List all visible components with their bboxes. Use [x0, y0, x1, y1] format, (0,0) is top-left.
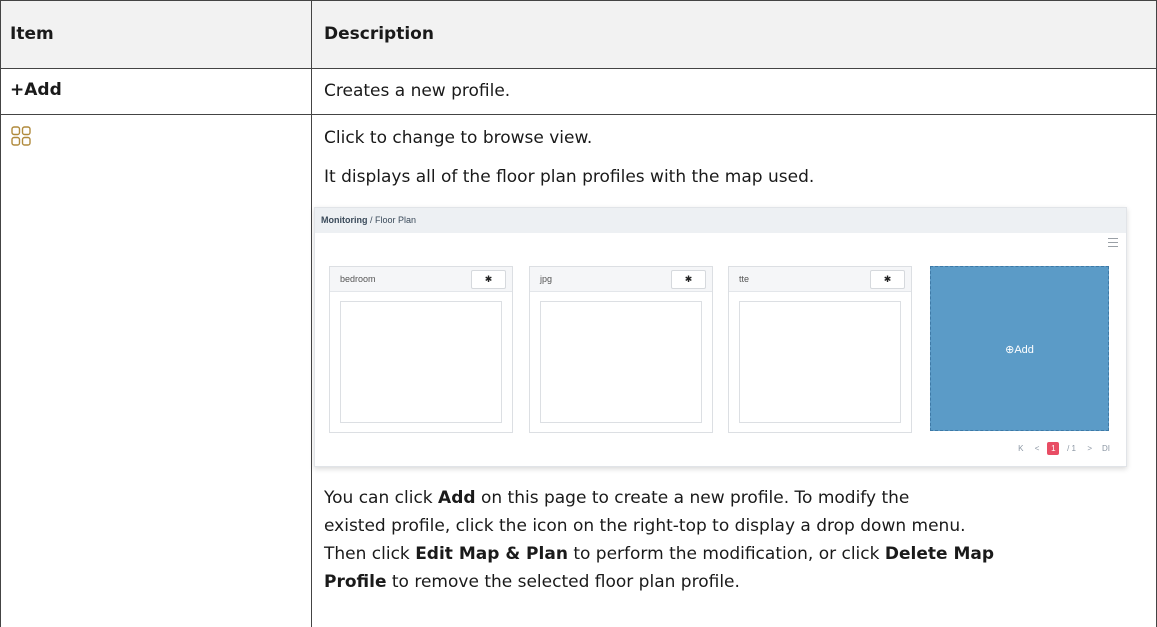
first-page-icon: K — [1018, 444, 1024, 453]
card-map-preview — [340, 301, 502, 423]
table-border-row1 — [0, 114, 1157, 115]
header-description: Description — [324, 24, 434, 44]
card-title: tte — [739, 274, 750, 284]
add-tile-label: Add — [1014, 344, 1034, 356]
edit-map-term: Edit Map & Plan — [415, 544, 568, 564]
row-add-item: +Add — [10, 80, 62, 100]
breadcrumb: Monitoring / Floor Plan — [321, 215, 416, 225]
floor-plan-screenshot: Monitoring / Floor Plan bedroom ✱ jpg ✱ … — [314, 207, 1127, 467]
table-border-left — [0, 0, 1, 627]
plus-circle-icon: ⊕ — [1005, 344, 1015, 356]
table-border-top — [0, 0, 1157, 1]
instruction-line-2: existed profile, click the icon on the r… — [324, 516, 966, 536]
row-add-description: Creates a new profile. — [324, 81, 511, 101]
profile-card: bedroom ✱ — [329, 266, 513, 433]
browse-view-line2: It displays all of the floor plan profil… — [324, 167, 815, 187]
card-header: tte ✱ — [729, 267, 911, 292]
instruction-line-4: Profile to remove the selected floor pla… — [324, 572, 740, 592]
add-profile-tile: ⊕Add — [930, 266, 1109, 431]
gear-icon: ✱ — [471, 270, 506, 289]
current-page: 1 — [1047, 442, 1060, 455]
card-map-preview — [540, 301, 702, 423]
page-total: / 1 — [1067, 444, 1076, 453]
screenshot-top-bar: Monitoring / Floor Plan — [315, 208, 1126, 233]
header-item: Item — [10, 24, 54, 44]
next-page-icon: > — [1087, 444, 1093, 453]
grid-view-icon — [11, 126, 31, 146]
instruction-line-1: You can click Add on this page to create… — [324, 488, 910, 508]
breadcrumb-separator: / — [370, 215, 373, 225]
last-page-icon: DI — [1102, 444, 1110, 453]
list-view-icon — [1108, 238, 1118, 250]
card-title: bedroom — [340, 274, 376, 284]
gear-icon: ✱ — [671, 270, 706, 289]
instruction-line-3: Then click Edit Map & Plan to perform th… — [324, 544, 995, 564]
card-header: bedroom ✱ — [330, 267, 512, 292]
card-title: jpg — [540, 274, 553, 284]
profile-term: Profile — [324, 572, 387, 592]
profile-card: jpg ✱ — [529, 266, 713, 433]
table-header — [0, 0, 1157, 68]
profile-card: tte ✱ — [728, 266, 912, 433]
gear-icon: ✱ — [870, 270, 905, 289]
card-map-preview — [739, 301, 901, 423]
prev-page-icon: < — [1034, 444, 1040, 453]
table-border-mid — [311, 0, 312, 627]
breadcrumb-parent: Monitoring — [321, 215, 368, 225]
card-header: jpg ✱ — [530, 267, 712, 292]
delete-map-term: Delete Map — [884, 544, 995, 564]
breadcrumb-current: Floor Plan — [375, 215, 417, 225]
table-border-header — [0, 68, 1157, 69]
browse-view-line1: Click to change to browse view. — [324, 128, 593, 148]
add-term: Add — [438, 488, 476, 508]
pagination: K < 1 / 1 > DI — [1013, 442, 1112, 455]
